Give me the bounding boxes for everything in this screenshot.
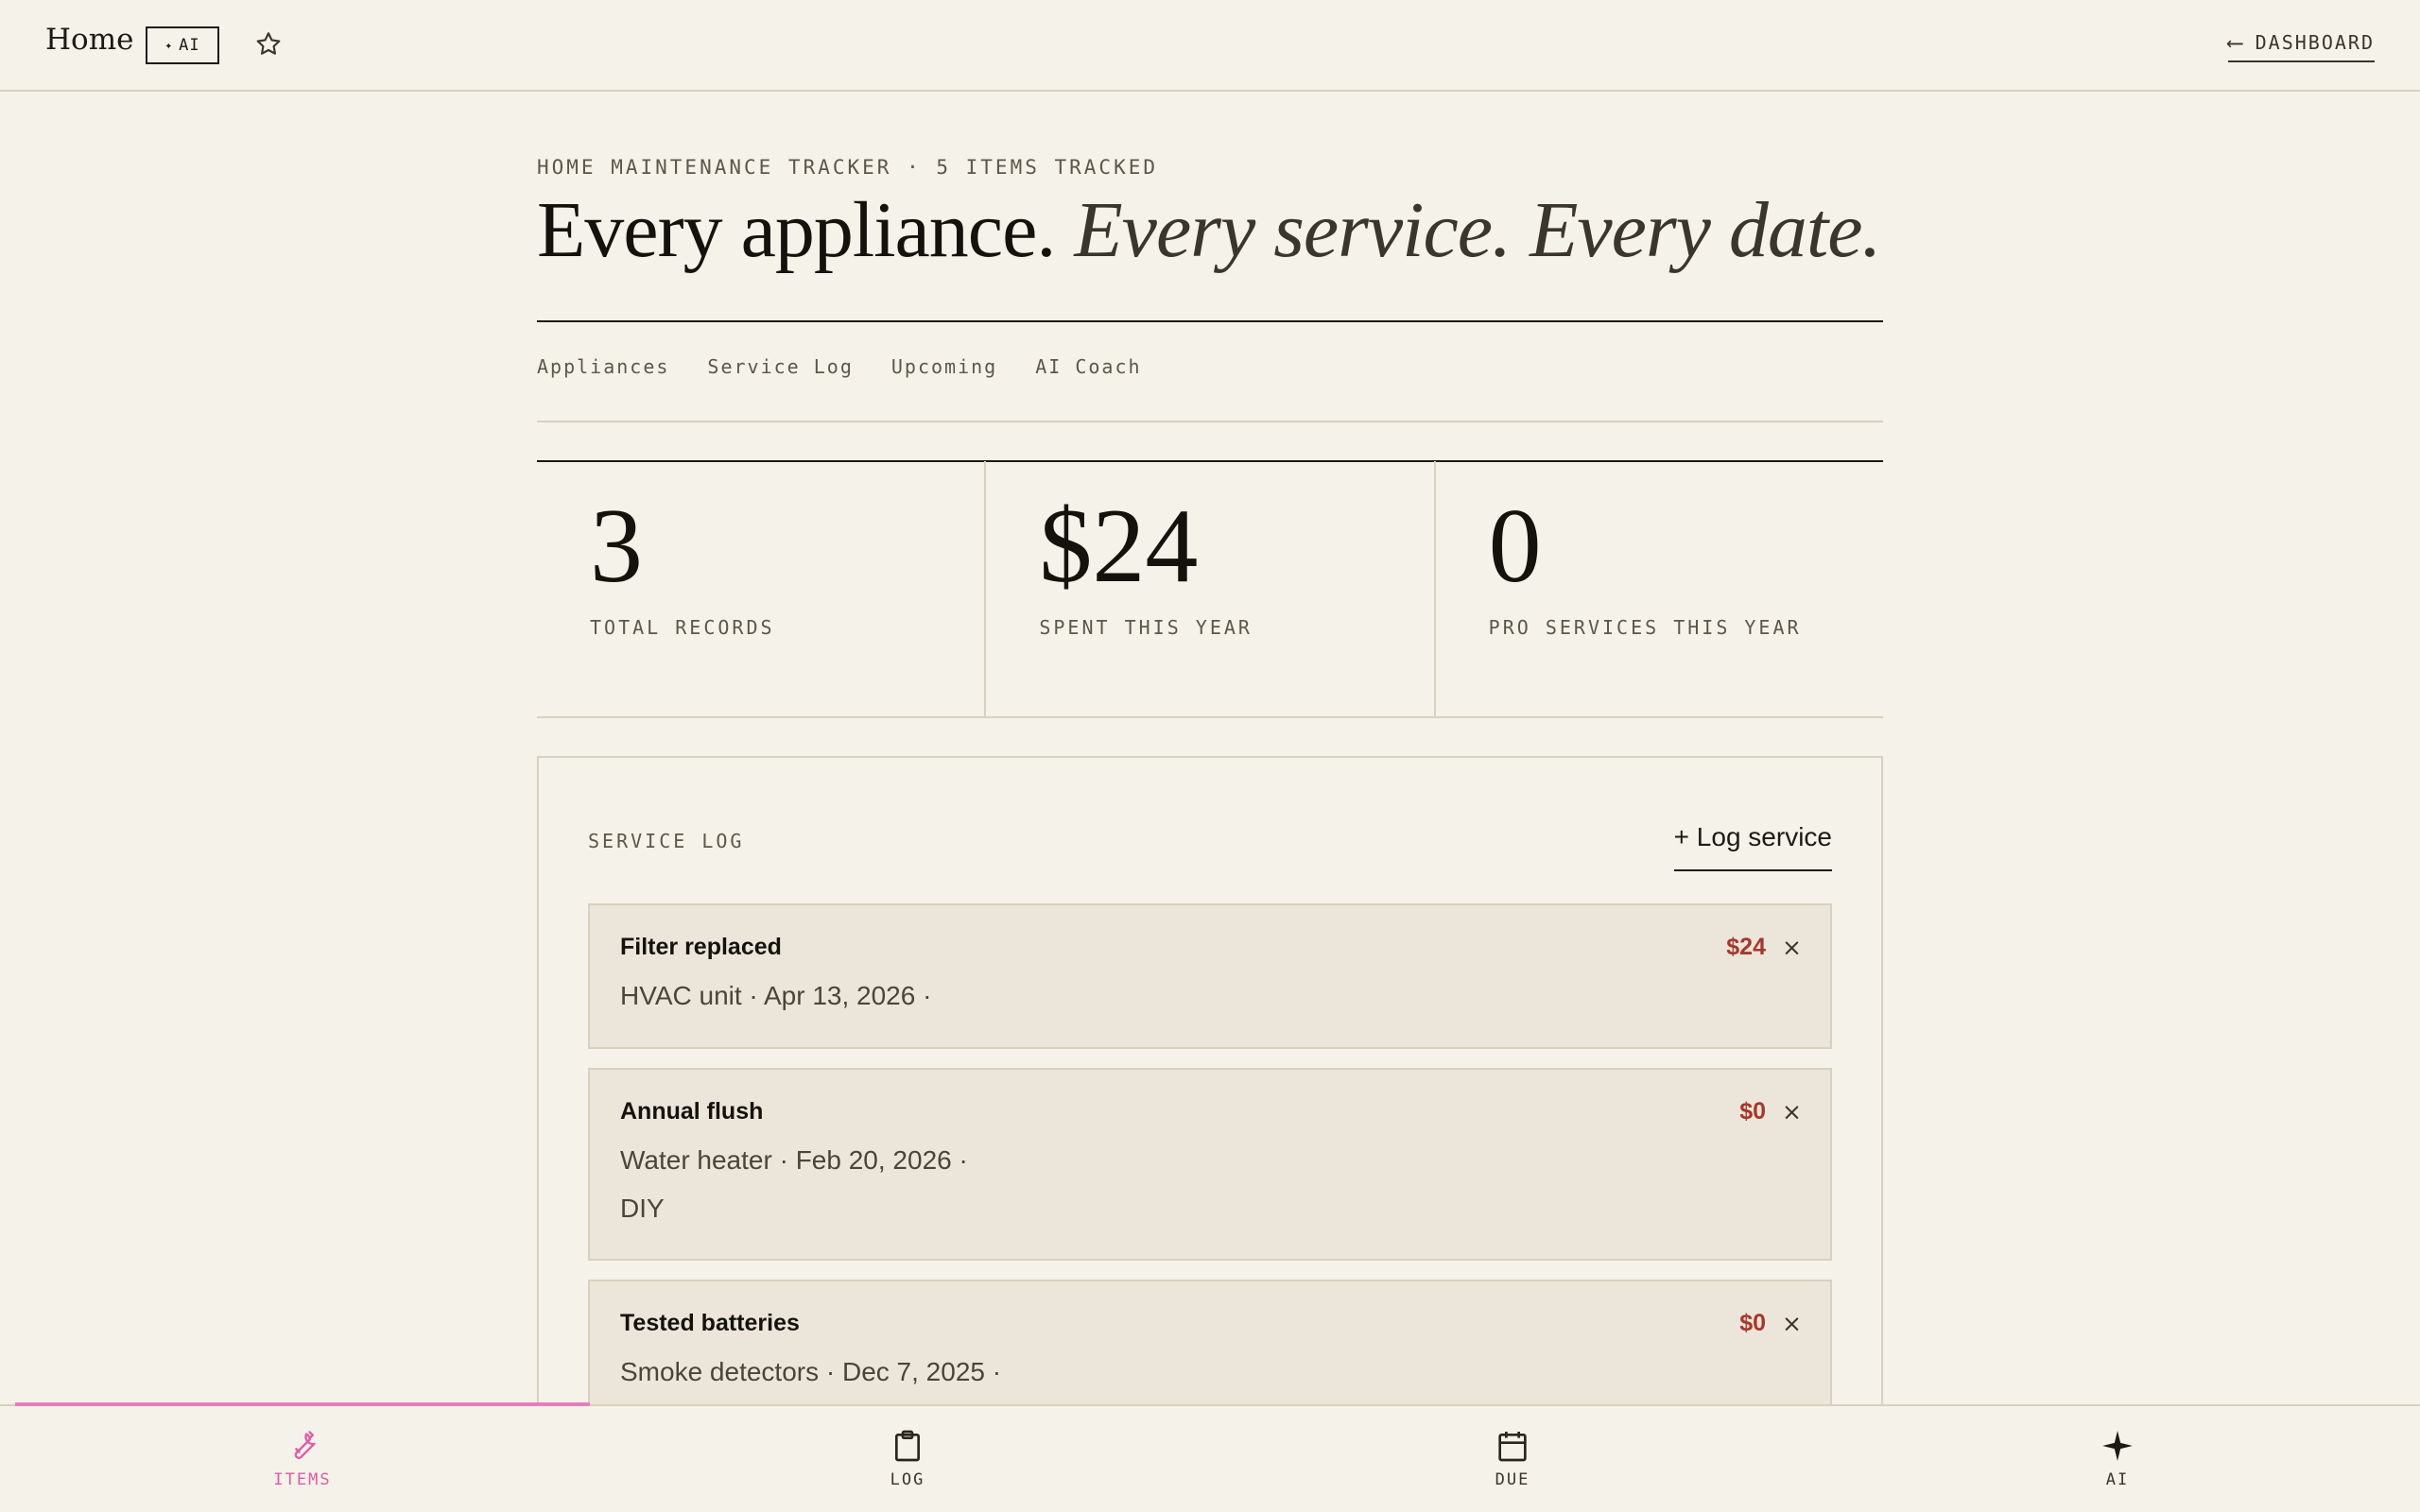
record-meta: HVAC unit · Apr 13, 2026 · — [620, 981, 932, 1010]
divider — [537, 320, 1883, 322]
ai-badge-label: AI — [179, 36, 200, 55]
nav-ai[interactable]: AI — [1815, 1406, 2420, 1512]
service-record[interactable]: Filter replaced HVAC unit · Apr 13, 2026… — [588, 903, 1832, 1049]
tab-appliances[interactable]: Appliances — [537, 355, 669, 378]
record-cost: $24 — [1726, 934, 1766, 960]
divider — [537, 421, 1883, 422]
dashboard-link-label: DASHBOARD — [2255, 31, 2375, 54]
nav-label: LOG — [890, 1470, 925, 1489]
nav-label: AI — [2105, 1470, 2130, 1489]
top-bar: Home ✦ AI ⟵ DASHBOARD — [0, 0, 2420, 92]
stat-label: TOTAL RECORDS — [590, 616, 775, 639]
sparkle-icon — [2102, 1431, 2133, 1461]
record-title: Tested batteries — [620, 1310, 800, 1336]
star-icon[interactable] — [253, 29, 284, 60]
sparkle-icon: ✦ — [164, 38, 174, 53]
headline-main: Every appliance. — [537, 186, 1056, 274]
service-log-panel: SERVICE LOG + Log service Filter replace… — [537, 756, 1883, 1512]
calendar-icon — [1498, 1432, 1527, 1462]
stat-label: PRO SERVICES THIS YEAR — [1488, 616, 1802, 639]
app-root: Home ✦ AI ⟵ DASHBOARD HOME MAINTENANCE T… — [0, 0, 2420, 1512]
delete-record-button[interactable]: × — [1782, 934, 1802, 961]
record-service-type: DIY — [620, 1194, 665, 1223]
divider — [537, 716, 1883, 718]
tab-service-log[interactable]: Service Log — [707, 355, 853, 378]
stat-value: $24 — [1039, 488, 1199, 605]
arrow-left-icon: ⟵ — [2228, 29, 2244, 56]
dashboard-link[interactable]: ⟵ DASHBOARD — [2228, 28, 2375, 62]
delete-record-button[interactable]: × — [1782, 1098, 1802, 1125]
ai-badge[interactable]: ✦ AI — [146, 26, 219, 64]
nav-label: ITEMS — [273, 1470, 332, 1489]
wrench-icon — [294, 1431, 316, 1459]
record-meta: Smoke detectors · Dec 7, 2025 · — [620, 1357, 1002, 1386]
nav-log[interactable]: LOG — [605, 1406, 1210, 1512]
delete-record-button[interactable]: × — [1782, 1310, 1802, 1337]
record-title: Filter replaced — [620, 934, 782, 960]
log-service-button[interactable]: + Log service — [1673, 822, 1832, 871]
headline: Every appliance. Every service. Every da… — [537, 183, 1882, 278]
record-cost: $0 — [1739, 1098, 1766, 1125]
record-title: Annual flush — [620, 1098, 764, 1125]
clipboard-icon — [895, 1430, 920, 1462]
tab-bar: Appliances Service Log Upcoming AI Coach — [537, 355, 1142, 378]
tab-ai-coach[interactable]: AI Coach — [1035, 355, 1141, 378]
bottom-nav: ITEMS LOG DUE AI — [0, 1402, 2420, 1512]
service-record[interactable]: Annual flush Water heater · Feb 20, 2026… — [588, 1068, 1832, 1261]
stat-value: 3 — [590, 488, 643, 605]
stat-label: SPENT THIS YEAR — [1039, 616, 1253, 639]
nav-label: DUE — [1495, 1470, 1530, 1489]
stat-value: 0 — [1488, 488, 1542, 605]
stat-pro-services: 0 PRO SERVICES THIS YEAR — [1436, 461, 1883, 718]
nav-items[interactable]: ITEMS — [0, 1406, 605, 1512]
headline-accent: Every service. Every date. — [1074, 186, 1881, 274]
page-title: Home — [45, 23, 134, 57]
tab-upcoming[interactable]: Upcoming — [891, 355, 997, 378]
record-meta: Water heater · Feb 20, 2026 · — [620, 1145, 968, 1175]
stats-row: 3 TOTAL RECORDS $24 SPENT THIS YEAR 0 PR… — [537, 461, 1883, 718]
nav-due[interactable]: DUE — [1210, 1406, 1815, 1512]
eyebrow: HOME MAINTENANCE TRACKER · 5 ITEMS TRACK… — [537, 156, 1159, 179]
stat-total-records: 3 TOTAL RECORDS — [537, 461, 987, 718]
stat-spent-this-year: $24 SPENT THIS YEAR — [986, 461, 1436, 718]
record-cost: $0 — [1739, 1310, 1766, 1336]
service-log-title: SERVICE LOG — [588, 830, 745, 852]
